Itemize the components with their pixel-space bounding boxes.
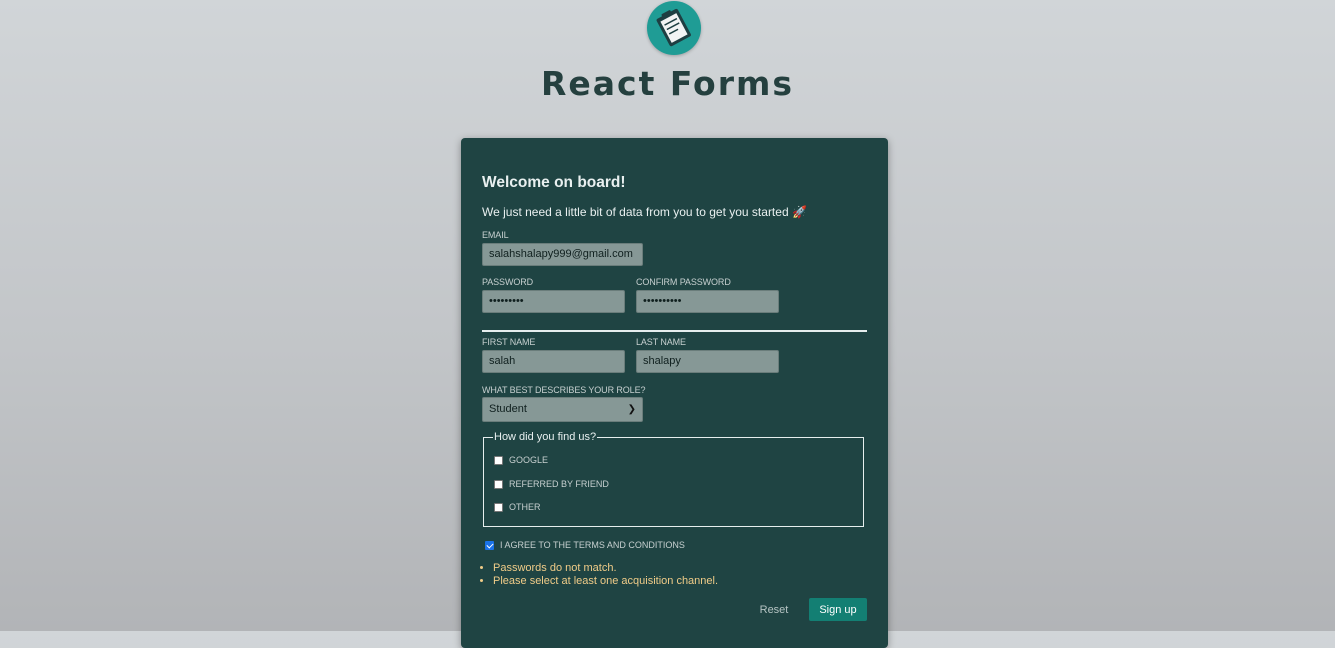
email-field[interactable]: salahshalapy999@gmail.com xyxy=(482,243,643,266)
password-label: Password xyxy=(482,277,534,287)
role-select-value: Student xyxy=(489,403,527,415)
first-name-label: First Name xyxy=(482,337,536,347)
checkbox-google[interactable]: Google xyxy=(494,455,548,465)
signup-form-card: Welcome on board! We just need a little … xyxy=(461,138,888,648)
last-name-field[interactable]: shalapy xyxy=(636,350,779,373)
error-message: Passwords do not match. xyxy=(493,562,718,575)
app-logo xyxy=(647,1,701,55)
first-name-field[interactable]: salah xyxy=(482,350,625,373)
page-title: React Forms xyxy=(540,64,795,103)
terms-label: I agree to the terms and conditions xyxy=(500,540,685,550)
error-message: Please select at least one acquisition c… xyxy=(493,575,718,588)
email-label: Email xyxy=(482,230,509,240)
role-label: What best describes your role? xyxy=(482,385,646,395)
clipboard-form-icon xyxy=(656,8,691,47)
role-select[interactable]: Student ❯ xyxy=(482,397,643,422)
referred-checkbox[interactable] xyxy=(494,479,503,489)
section-divider xyxy=(482,330,867,332)
referred-checkbox-label: Referred by friend xyxy=(509,479,609,489)
form-subtitle: We just need a little bit of data from y… xyxy=(482,205,807,219)
form-heading: Welcome on board! xyxy=(482,174,626,191)
terms-row[interactable]: I agree to the terms and conditions xyxy=(485,540,685,550)
reset-button[interactable]: Reset xyxy=(749,599,799,621)
signup-button[interactable]: Sign up xyxy=(809,598,867,621)
checkbox-referred[interactable]: Referred by friend xyxy=(494,479,609,489)
acquisition-fieldset: How did you find us? Google Referred by … xyxy=(483,431,864,527)
other-checkbox[interactable] xyxy=(494,502,503,512)
other-checkbox-label: Other xyxy=(509,502,541,512)
acquisition-legend: How did you find us? xyxy=(494,431,597,443)
error-list: Passwords do not match. Please select at… xyxy=(479,562,718,588)
checkbox-other[interactable]: Other xyxy=(494,502,541,512)
last-name-label: Last Name xyxy=(636,337,686,347)
chevron-down-icon: ❯ xyxy=(627,404,636,415)
confirm-password-field[interactable]: •••••••••• xyxy=(636,290,779,313)
google-checkbox[interactable] xyxy=(494,455,503,465)
password-field[interactable]: ••••••••• xyxy=(482,290,625,313)
terms-checkbox[interactable] xyxy=(485,540,494,550)
confirm-password-label: Confirm Password xyxy=(636,277,731,287)
google-checkbox-label: Google xyxy=(509,455,549,465)
